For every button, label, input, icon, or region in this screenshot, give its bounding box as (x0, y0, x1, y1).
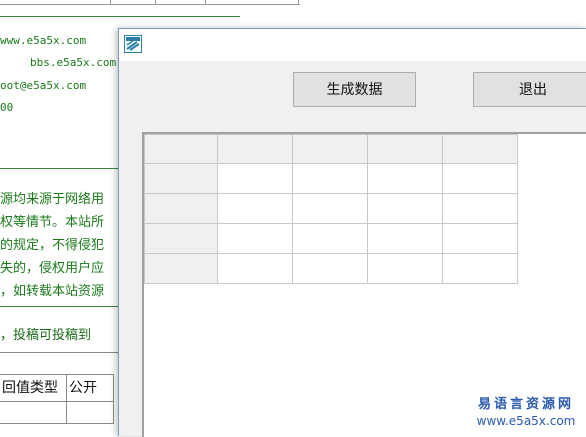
grid-cell[interactable] (217, 223, 293, 254)
background-site-url[interactable]: www.e5a5x.com (0, 34, 86, 47)
grid-cell[interactable] (292, 253, 368, 284)
background-email[interactable]: oot@e5a5x.com (0, 79, 86, 92)
background-notice-line: ，如转载本站资源 (0, 284, 105, 299)
grid-cell[interactable] (442, 193, 518, 224)
grid-cell[interactable] (217, 163, 293, 194)
app-window: 生成数据 退出 (118, 28, 586, 437)
background-table-header: 回值类型 (0, 374, 67, 402)
background-table-cell (0, 401, 67, 424)
grid-cell[interactable] (292, 223, 368, 254)
background-table-header: 公开 (67, 374, 114, 402)
watermark-url: www.e5a5x.com (476, 414, 576, 428)
background-forum-url[interactable]: bbs.e5a5x.com (30, 56, 116, 69)
grid-cell[interactable] (217, 253, 293, 284)
generate-data-button[interactable]: 生成数据 (293, 72, 416, 107)
grid-column-header[interactable] (292, 134, 368, 164)
grid-cell[interactable] (442, 253, 518, 284)
grid-row-header[interactable] (144, 163, 218, 194)
background-number: 00 (0, 101, 14, 114)
title-bar[interactable] (119, 29, 586, 61)
watermark-name: 易语言资源网 (477, 397, 574, 412)
background-submit-line: ，投稿可投稿到 (0, 328, 92, 343)
grid-column-header[interactable] (367, 134, 443, 164)
background-notice-line: 权等情节。本站所 (0, 215, 105, 230)
grid-cell[interactable] (442, 163, 518, 194)
data-grid[interactable] (142, 132, 586, 437)
background-table-top-edge (0, 0, 300, 5)
grid-cell[interactable] (367, 223, 443, 254)
background-notice-line: 源均来源于网络用 (0, 192, 105, 207)
grid-column-header[interactable] (442, 134, 518, 164)
grid-cell[interactable] (367, 253, 443, 284)
grid-column-header[interactable] (217, 134, 293, 164)
grid-cell[interactable] (367, 193, 443, 224)
grid-row-header[interactable] (144, 253, 218, 284)
grid-row-header[interactable] (144, 223, 218, 254)
grid-cell[interactable] (217, 193, 293, 224)
grid-cell[interactable] (442, 223, 518, 254)
grid-corner-cell[interactable] (144, 134, 218, 164)
background-divider (0, 16, 240, 17)
exit-button[interactable]: 退出 (473, 72, 586, 107)
background-notice-line: 的规定，不得侵犯 (0, 238, 105, 253)
app-icon[interactable] (124, 35, 142, 53)
grid-cell[interactable] (292, 193, 368, 224)
grid-row-header[interactable] (144, 193, 218, 224)
grid-cell[interactable] (292, 163, 368, 194)
background-notice-line: 失的，侵权用户应 (0, 261, 105, 276)
grid-cell[interactable] (367, 163, 443, 194)
site-watermark: 易语言资源网 www.e5a5x.com (470, 397, 582, 429)
background-table-cell (67, 401, 114, 424)
